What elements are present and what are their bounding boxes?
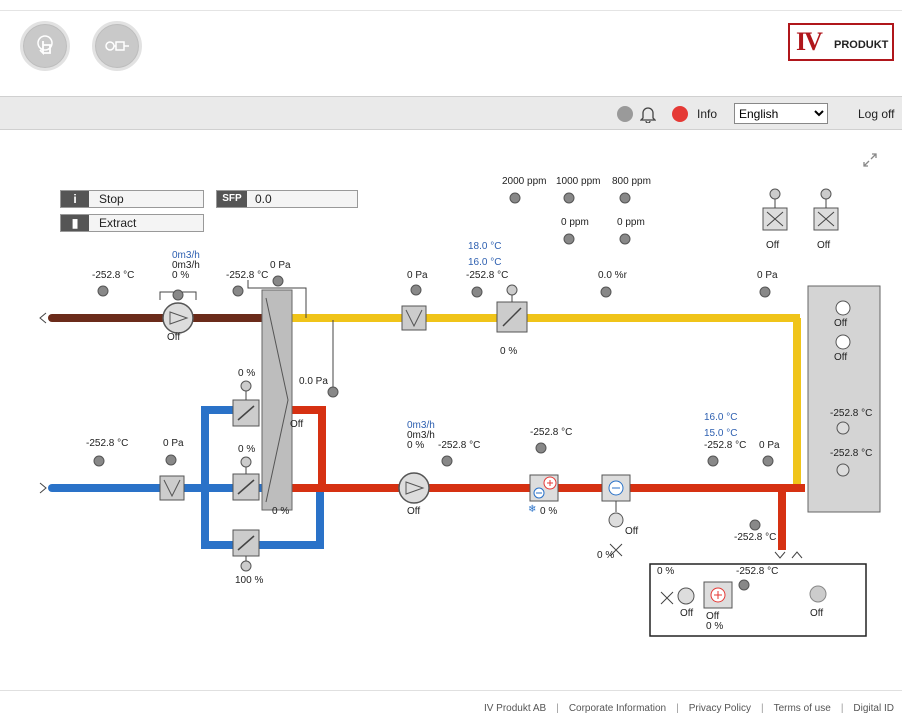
logo-mark: IV (796, 27, 823, 56)
reheat-pump-state: Off (680, 608, 694, 619)
supply-temp-right: -252.8 °C (704, 440, 747, 451)
fan-top-left-state: Off (766, 240, 780, 251)
timer1-state: Off (834, 318, 848, 329)
extract-pressure-right: 0 Pa (757, 270, 778, 281)
room-temp-1: -252.8 °C (830, 408, 873, 419)
snowflake-icon: ❄ (528, 504, 537, 515)
connection-status-dot (617, 106, 633, 122)
extract-temp-right: -252.8 °C (466, 270, 509, 281)
cooler-pct: 0 % (597, 550, 615, 561)
menu-bar: Info English Log off (0, 96, 902, 130)
brand-logo: IV PRODUKT (788, 23, 894, 61)
co2-label: 0 ppm (561, 217, 589, 228)
footer-privacy-link[interactable]: Privacy Policy (689, 703, 751, 714)
room-temp-2: -252.8 °C (830, 448, 873, 459)
info-link[interactable]: Info (697, 107, 717, 121)
cooler-pump-icon[interactable] (608, 512, 624, 528)
logo-text: PRODUKT (834, 39, 889, 51)
speaker-icon[interactable] (809, 585, 827, 603)
reheat-heater-pct: 0 % (706, 621, 724, 632)
temp-sensor-icon (836, 463, 850, 477)
duct-diagram (39, 188, 881, 637)
hx-pct: 0 % (272, 506, 290, 517)
extract-setpoint-red: 16.0 °C (468, 257, 502, 268)
language-select[interactable]: English (734, 103, 828, 124)
bypass-bottom-pct: 100 % (235, 575, 264, 586)
down-up-arrows-icon (774, 551, 803, 559)
extract-fan-state: Off (167, 332, 181, 343)
arrow-left-icon (39, 312, 47, 324)
co2-label: 2000 ppm (502, 176, 547, 187)
top-bar: IV PRODUKT (0, 10, 902, 96)
speaker-state: Off (810, 608, 824, 619)
flow-diagram: i Stop ▮ Extract SFP 0.0 2000 ppm 1000 p… (0, 130, 902, 690)
bypass-mid-pct: 0 % (238, 444, 256, 455)
touch-mode-button[interactable] (20, 21, 70, 71)
supply-setpoint-blue: 16.0 °C (704, 412, 738, 423)
supply-setpoint-red: 15.0 °C (704, 428, 738, 439)
reheat-pump-icon[interactable] (677, 587, 695, 605)
co2-label: 800 ppm (612, 176, 651, 187)
extract-temp-left: -252.8 °C (92, 270, 135, 281)
heater-pct: 0 % (540, 506, 558, 517)
flow-view-button[interactable] (92, 21, 142, 71)
footer-links: IV Produkt AB | Corporate Information | Priv… (483, 703, 894, 714)
supply-temp-bottom: -252.8 °C (734, 532, 777, 543)
footer: IV Produkt AB | Corporate Information | Priv… (0, 690, 902, 722)
extract-filter-pressure: 0 Pa (407, 270, 428, 281)
touch-icon (37, 35, 53, 56)
co2-label: 0 ppm (617, 217, 645, 228)
fan-top-right-state: Off (817, 240, 831, 251)
bypass-top-pct: 0 % (238, 368, 256, 379)
supply-temp-after-fan: -252.8 °C (438, 440, 481, 451)
supply-fan-pct: 0 % (407, 440, 425, 451)
extract-setpoint-blue: 18.0 °C (468, 241, 502, 252)
heater-temp: -252.8 °C (530, 427, 573, 438)
reheat-valve-pct: 0 % (657, 566, 675, 577)
outdoor-temp: -252.8 °C (86, 438, 129, 449)
timer-icon[interactable] (835, 300, 851, 316)
footer-digital-link[interactable]: Digital ID (853, 703, 894, 714)
reheat-temp: -252.8 °C (736, 566, 779, 577)
co2-label: 1000 ppm (556, 176, 601, 187)
hx-pressure: 0 Pa (270, 260, 291, 271)
bypass-pressure: 0.0 Pa (299, 376, 328, 387)
flow-icon (105, 41, 129, 51)
exhaust-damper-pct: 0 % (500, 346, 518, 357)
extract-temp-mid: -252.8 °C (226, 270, 269, 281)
supply-fan-state: Off (407, 506, 421, 517)
bell-icon[interactable] (640, 105, 656, 123)
timer2-state: Off (834, 352, 848, 363)
humidity-value: 0.0 %r (598, 270, 627, 281)
footer-company-link[interactable]: IV Produkt AB (484, 703, 546, 714)
arrow-right-icon (39, 482, 47, 494)
cooler-state: Off (625, 526, 639, 537)
supply-pressure-right: 0 Pa (759, 440, 780, 451)
timer-icon[interactable] (835, 334, 851, 350)
footer-corporate-link[interactable]: Corporate Information (569, 703, 666, 714)
footer-terms-link[interactable]: Terms of use (774, 703, 831, 714)
hx-state: Off (290, 419, 304, 430)
supply-filter-pressure: 0 Pa (163, 438, 184, 449)
extract-fan-pct: 0 % (172, 270, 190, 281)
alarm-status-dot[interactable] (672, 106, 688, 122)
logoff-link[interactable]: Log off (858, 107, 894, 121)
temp-sensor-icon (836, 421, 850, 435)
